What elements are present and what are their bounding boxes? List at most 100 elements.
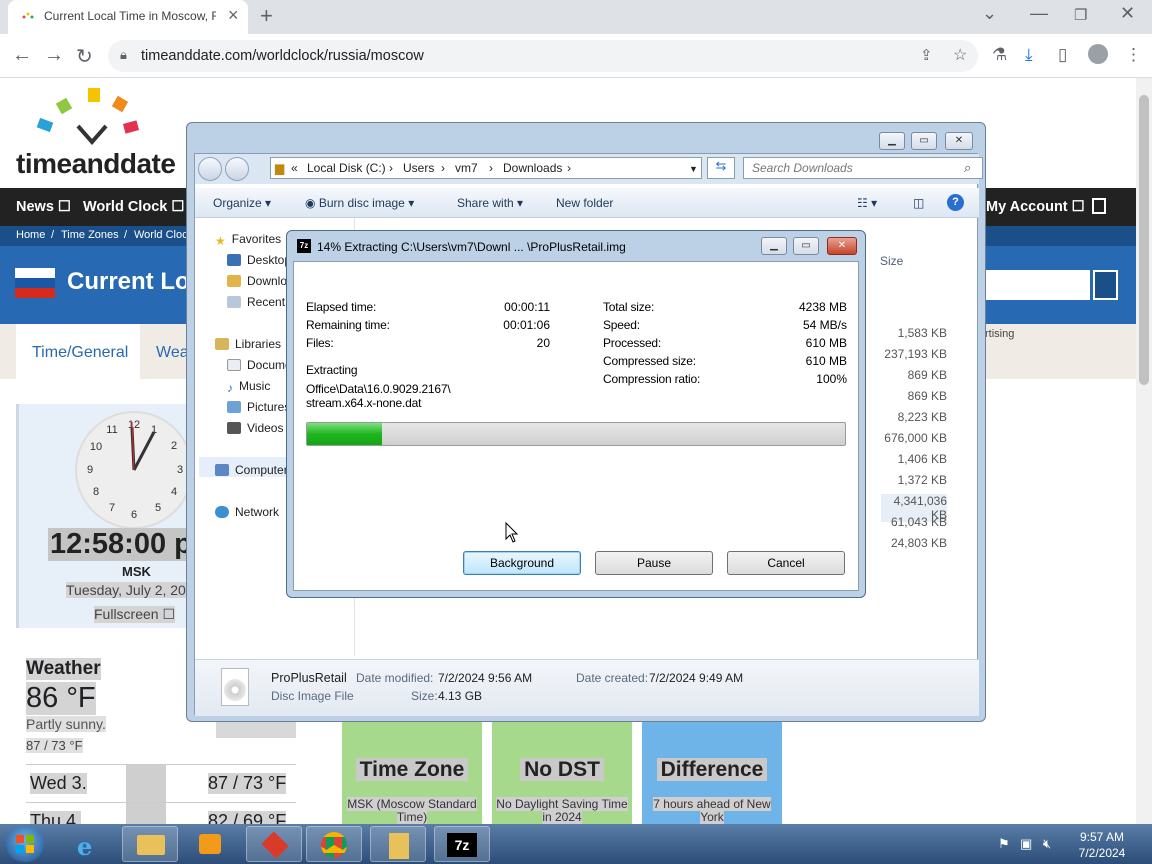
- share-icon[interactable]: ⇪: [920, 46, 933, 64]
- address-segment[interactable]: Downloads: [503, 161, 562, 175]
- pause-button[interactable]: Pause: [595, 551, 713, 575]
- documents-icon: [227, 359, 241, 371]
- lock-icon[interactable]: 🔒︎: [120, 47, 127, 63]
- new-folder-button[interactable]: New folder: [556, 196, 613, 210]
- hamburger-menu-icon[interactable]: [1092, 198, 1106, 214]
- browser-tab[interactable]: Current Local Time in Moscow, R ×: [8, 0, 248, 34]
- explorer-taskbar-icon[interactable]: [122, 826, 178, 862]
- nav-desktop[interactable]: Desktop: [227, 253, 291, 267]
- explorer-forward-icon[interactable]: [225, 157, 249, 181]
- tab-search-chevron-icon[interactable]: ⌄: [982, 3, 997, 24]
- explorer-close-button[interactable]: ✕: [945, 132, 973, 150]
- crumb-time-zones[interactable]: Time Zones: [61, 229, 119, 241]
- svg-text:11: 11: [106, 424, 117, 436]
- nav-pictures[interactable]: Pictures: [227, 400, 290, 414]
- refresh-icon[interactable]: ⇆: [707, 157, 735, 179]
- stat-value: 00:01:06: [503, 318, 550, 332]
- network-tray-icon[interactable]: ▣: [1020, 836, 1032, 852]
- menu-kebab-icon[interactable]: ⋮: [1125, 45, 1142, 65]
- fullscreen-link[interactable]: Fullscreen ☐: [94, 606, 176, 623]
- extension-icon[interactable]: ⚗: [992, 45, 1007, 65]
- minimize-icon[interactable]: —: [1030, 3, 1048, 24]
- file-size-cell[interactable]: 1,583 KB: [881, 326, 947, 340]
- file-size-cell[interactable]: 676,000 KB: [881, 431, 947, 445]
- back-icon[interactable]: ←: [12, 44, 32, 67]
- taskbar-clock[interactable]: 9:57 AM 7/2/2024: [1060, 829, 1144, 861]
- nav-favorites[interactable]: ★ Favorites: [215, 232, 281, 248]
- preview-pane-icon[interactable]: ◫: [913, 196, 924, 210]
- cancel-button[interactable]: Cancel: [727, 551, 845, 575]
- file-size-cell[interactable]: 1,372 KB: [881, 473, 947, 487]
- site-logo-text[interactable]: timeanddate: [16, 148, 176, 180]
- nav-computer[interactable]: Computer: [215, 463, 288, 477]
- profile-avatar[interactable]: [1088, 44, 1108, 64]
- tab-time-general[interactable]: Time/General: [32, 344, 128, 362]
- crumb-world-clock[interactable]: World Clock: [134, 229, 193, 241]
- new-tab-icon[interactable]: +: [260, 3, 273, 29]
- explorer-minimize-button[interactable]: ▁: [879, 132, 905, 150]
- address-dropdown-icon[interactable]: ▼: [689, 164, 698, 174]
- nav-music[interactable]: ♪ Music: [227, 379, 270, 395]
- city-search-input[interactable]: [980, 270, 1090, 300]
- nav-my-account[interactable]: My Account ☐: [986, 199, 1085, 215]
- card-difference[interactable]: Difference 7 hours ahead of New York: [642, 718, 782, 824]
- file-size-cell[interactable]: 8,223 KB: [881, 410, 947, 424]
- share-with-button[interactable]: Share with ▾: [457, 196, 523, 210]
- organize-button[interactable]: Organize ▾: [213, 196, 271, 210]
- view-options-icon[interactable]: ☷ ▾: [857, 196, 877, 210]
- card-time-zone[interactable]: Time Zone MSK (Moscow Standard Time): [342, 718, 482, 824]
- reload-icon[interactable]: ↻: [76, 44, 93, 69]
- forecast-temp: 82 / 69 °F: [208, 811, 287, 824]
- search-button[interactable]: [1093, 270, 1118, 300]
- nav-network[interactable]: Network: [215, 505, 279, 519]
- explorer-back-icon[interactable]: [198, 157, 222, 181]
- explorer-search-input[interactable]: Search Downloads ⌕: [743, 157, 983, 179]
- address-bar[interactable]: 🔒︎ timeanddate.com/worldclock/russia/mos…: [108, 40, 978, 72]
- file-size-cell[interactable]: 24,803 KB: [881, 536, 947, 550]
- dialog-close-button[interactable]: ✕: [827, 237, 857, 255]
- burn-disc-image-button[interactable]: ◉ Burn disc image ▾: [305, 196, 414, 210]
- tab-weather[interactable]: Wea: [156, 344, 189, 362]
- explorer-maximize-button[interactable]: ▭: [911, 132, 937, 150]
- tab-close-icon[interactable]: ×: [228, 5, 239, 26]
- card-no-dst[interactable]: No DST No Daylight Saving Time in 2024: [492, 718, 632, 824]
- file-size-cell[interactable]: 869 KB: [881, 368, 947, 382]
- background-button[interactable]: Background: [463, 551, 581, 575]
- address-segment[interactable]: Local Disk (C:): [307, 161, 386, 175]
- red-app-taskbar-icon[interactable]: [246, 826, 302, 862]
- crumb-home[interactable]: Home: [16, 229, 45, 241]
- file-size-cell[interactable]: 61,043 KB: [881, 515, 947, 529]
- size-column-header[interactable]: Size: [880, 254, 903, 268]
- dialog-maximize-button[interactable]: ▭: [793, 237, 819, 255]
- star-icon: ★: [215, 234, 226, 248]
- file-size-cell[interactable]: 869 KB: [881, 389, 947, 403]
- start-button[interactable]: [6, 826, 44, 862]
- file-size-cell[interactable]: 1,406 KB: [881, 452, 947, 466]
- search-icon[interactable]: ⌕: [964, 160, 971, 176]
- bookmark-star-icon[interactable]: ☆: [953, 45, 967, 65]
- address-segment[interactable]: Users: [403, 161, 434, 175]
- internet-explorer-taskbar-icon[interactable]: e: [62, 826, 118, 862]
- close-window-icon[interactable]: ✕: [1120, 3, 1135, 24]
- forward-icon[interactable]: →: [44, 44, 64, 67]
- file-size-cell[interactable]: 237,193 KB: [881, 347, 947, 361]
- action-center-flag-icon[interactable]: ⚑: [998, 836, 1010, 852]
- scrollbar-thumb[interactable]: [1139, 95, 1149, 385]
- restore-icon[interactable]: ❐: [1074, 6, 1087, 24]
- volume-muted-icon[interactable]: 🔇︎: [1043, 836, 1051, 852]
- side-panel-icon[interactable]: ▯: [1058, 45, 1067, 65]
- nav-news[interactable]: News ☐: [16, 199, 71, 215]
- explorer-address-bar[interactable]: ▆ « Local Disk (C:) › Users › vm7 › Down…: [270, 157, 702, 179]
- address-segment[interactable]: vm7: [455, 161, 478, 175]
- dialog-minimize-button[interactable]: ▁: [761, 237, 787, 255]
- chrome-taskbar-icon[interactable]: [306, 826, 362, 862]
- help-icon[interactable]: ?: [947, 194, 964, 211]
- file-taskbar-icon[interactable]: [370, 826, 426, 862]
- timeanddate-logo-icon[interactable]: [36, 86, 152, 148]
- nav-videos[interactable]: Videos: [227, 421, 283, 435]
- nav-world-clock[interactable]: World Clock ☐: [83, 199, 184, 215]
- nav-libraries[interactable]: Libraries: [215, 337, 281, 351]
- 7zip-taskbar-icon[interactable]: 7z: [434, 826, 490, 862]
- download-icon[interactable]: ⤓: [1025, 45, 1033, 65]
- media-player-taskbar-icon[interactable]: [182, 826, 238, 862]
